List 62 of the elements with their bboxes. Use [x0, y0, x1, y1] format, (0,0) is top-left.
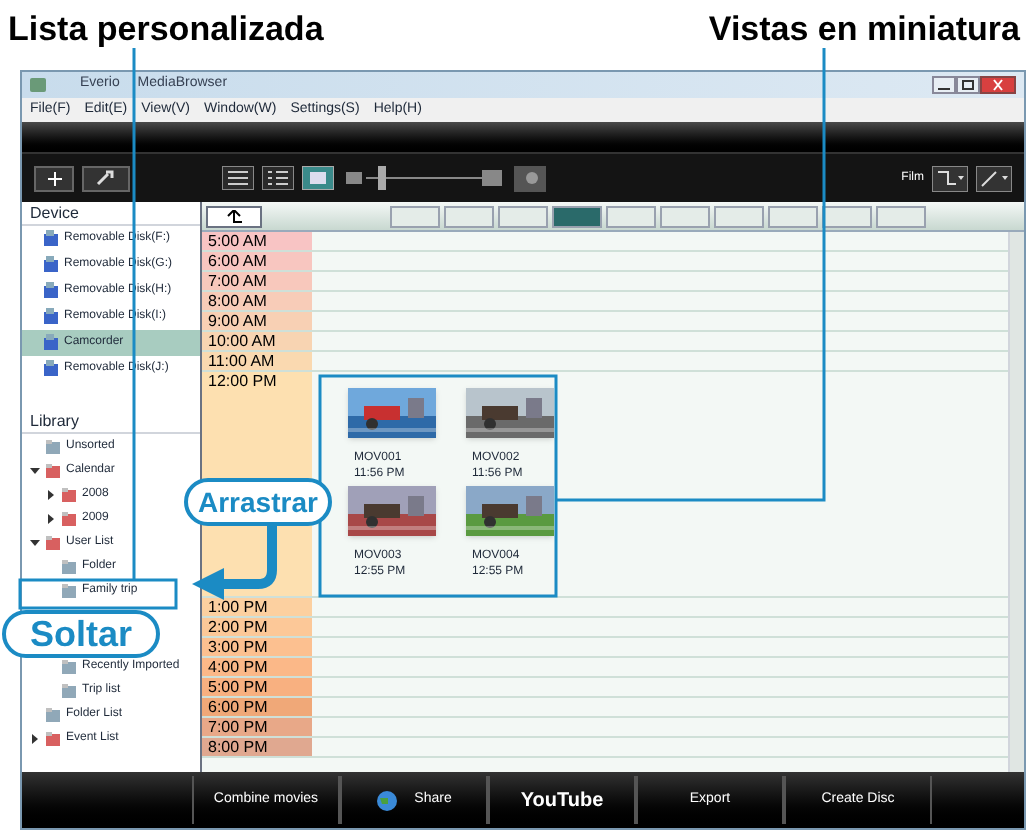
folder-icon — [60, 485, 78, 503]
hour-label: 3:00 PM — [202, 638, 312, 656]
hour-label: 10:00 AM — [202, 332, 312, 350]
up-arrow-icon — [226, 209, 242, 223]
size-slider-drawing[interactable] — [342, 164, 506, 192]
hour-label: 8:00 AM — [202, 292, 312, 310]
callout-label: Soltar — [2, 610, 161, 658]
folder-icon — [60, 509, 78, 527]
section-heading: Library — [22, 410, 200, 434]
tools-button[interactable] — [82, 165, 130, 191]
list-view-icon[interactable] — [262, 166, 294, 190]
expanded-triangle-icon[interactable] — [30, 537, 40, 547]
folder-icon — [44, 533, 62, 551]
filter-dropdown-icon[interactable] — [932, 165, 968, 191]
collapsed-triangle-icon[interactable] — [30, 733, 40, 743]
minimize-icon[interactable] — [932, 76, 956, 94]
scale-button[interactable] — [822, 205, 872, 227]
add-button[interactable] — [34, 165, 74, 191]
callout-label: Lista personalizada — [8, 8, 324, 52]
hour-label: 11:00 AM — [202, 352, 312, 370]
hour-label: 2:00 PM — [202, 618, 312, 636]
hour-label: 4:00 PM — [202, 658, 312, 676]
folder-icon — [60, 681, 78, 699]
grid-view-icon[interactable] — [222, 166, 254, 190]
edit-dropdown-icon[interactable] — [976, 165, 1012, 191]
action-button[interactable]: YouTube — [488, 776, 636, 824]
up-button[interactable] — [206, 205, 262, 227]
hour-label: 9:00 AM — [202, 312, 312, 330]
hour-label: 7:00 PM — [202, 718, 312, 736]
plus-icon — [47, 171, 61, 185]
folder-icon — [44, 705, 62, 723]
drag-arrow — [192, 524, 277, 600]
expanded-triangle-icon[interactable] — [30, 465, 40, 475]
hour-label: 1:00 PM — [202, 598, 312, 616]
drive-icon — [42, 256, 60, 274]
callout-label: Arrastrar — [184, 478, 332, 526]
folder-icon — [60, 581, 78, 599]
hour-label: 7:00 AM — [202, 272, 312, 290]
hour-label: 5:00 AM — [202, 232, 312, 250]
callout-label: Vistas en miniatura — [708, 8, 1020, 52]
drive-icon — [42, 334, 60, 352]
drive-icon — [42, 282, 60, 300]
section-heading: Device — [22, 202, 200, 226]
folder-icon — [60, 557, 78, 575]
folder-icon — [44, 437, 62, 455]
collapsed-triangle-icon[interactable] — [46, 513, 56, 523]
scale-button[interactable] — [552, 205, 602, 227]
drive-icon — [42, 230, 60, 248]
folder-icon — [44, 461, 62, 479]
collapsed-triangle-icon[interactable] — [46, 489, 56, 499]
drive-icon — [42, 360, 60, 378]
folder-icon — [44, 729, 62, 747]
hour-label: 5:00 PM — [202, 678, 312, 696]
close-icon[interactable] — [980, 76, 1016, 94]
globe-icon — [376, 789, 399, 811]
app-icon — [30, 78, 46, 92]
drive-icon — [42, 308, 60, 326]
hour-label: 6:00 AM — [202, 252, 312, 270]
folder-icon — [60, 657, 78, 675]
hour-label: 8:00 PM — [202, 738, 312, 756]
maximize-icon[interactable] — [956, 76, 980, 94]
hour-label: 6:00 PM — [202, 698, 312, 716]
